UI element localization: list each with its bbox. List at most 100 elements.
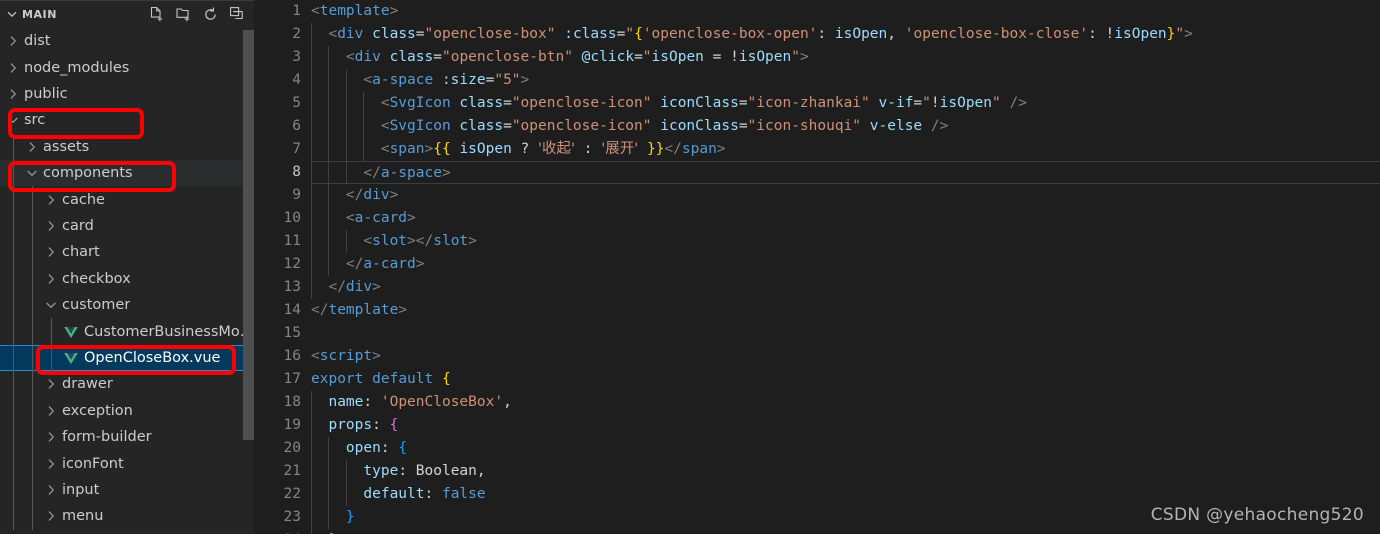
editor-indent-guide	[311, 23, 312, 299]
code-token: div	[337, 26, 364, 42]
code-line[interactable]: 2 <div class="openclose-box" :class="{'o…	[255, 23, 1380, 46]
new-folder-icon[interactable]	[174, 5, 192, 23]
code-line[interactable]: 4 <a-space :size="5">	[255, 69, 1380, 92]
new-file-icon[interactable]	[147, 5, 165, 23]
code-line[interactable]: 16 <script>	[255, 345, 1380, 368]
chevron-down-icon[interactable]	[5, 112, 21, 128]
code-line[interactable]: 9 </div>	[255, 184, 1380, 207]
code-line-content: </a-space>	[311, 161, 1380, 184]
code-token: class	[372, 26, 416, 42]
code-line-content: props: {	[311, 414, 1380, 437]
file-tree-folder-cache[interactable]: cache	[0, 186, 255, 212]
explorer-section-header[interactable]: MAIN	[0, 0, 255, 28]
sidebar-scrollbar[interactable]	[241, 0, 255, 534]
file-tree-folder-form-builder[interactable]: form-builder	[0, 424, 255, 450]
chevron-right-icon[interactable]	[43, 429, 59, 445]
chevron-right-icon[interactable]	[43, 271, 59, 287]
code-token: :size	[441, 72, 486, 88]
chevron-right-icon[interactable]	[5, 60, 21, 76]
code-token: !	[930, 95, 940, 111]
file-tree-folder-src[interactable]: src	[0, 107, 255, 133]
code-token: {	[441, 371, 451, 387]
code-line[interactable]: 17 export default {	[255, 368, 1380, 391]
code-line[interactable]: 7 <span>{{ isOpen ? '收起' : '展开' }}</span…	[255, 138, 1380, 161]
file-tree-folder-chart[interactable]: chart	[0, 239, 255, 265]
code-token: =	[738, 118, 748, 134]
chevron-right-icon[interactable]	[24, 139, 40, 155]
file-tree-folder-drawer[interactable]: drawer	[0, 371, 255, 397]
code-line[interactable]: 20 open: {	[255, 437, 1380, 460]
code-token: isOpen	[738, 49, 792, 65]
code-tokens: </a-space>	[311, 162, 451, 185]
code-line[interactable]: 1 <template>	[255, 0, 1380, 23]
code-line[interactable]: 6 <SvgIcon class="openclose-icon" iconCl…	[255, 115, 1380, 138]
chevron-right-icon[interactable]	[43, 376, 59, 392]
code-token: iconClass	[660, 95, 739, 111]
line-number: 7	[292, 141, 301, 157]
code-line[interactable]: 5 <SvgIcon class="openclose-icon" iconCl…	[255, 92, 1380, 115]
code-token: "openclose-icon"	[511, 95, 652, 111]
file-tree-folder-customer[interactable]: customer	[0, 292, 255, 318]
code-token: =	[738, 95, 748, 111]
file-tree-folder-checkbox[interactable]: checkbox	[0, 266, 255, 292]
file-tree-folder-components[interactable]: components	[0, 160, 255, 187]
file-tree-folder-dist[interactable]: dist	[0, 28, 255, 54]
refresh-icon[interactable]	[201, 5, 219, 23]
code-line-content: <div class="openclose-box" :class="{'ope…	[311, 23, 1380, 46]
code-token: "openclose-box"	[424, 26, 556, 42]
chevron-right-icon[interactable]	[5, 86, 21, 102]
code-line[interactable]: 11 <slot></slot>	[255, 230, 1380, 253]
file-tree-folder-node-modules[interactable]: node_modules	[0, 54, 255, 80]
sidebar-scrollbar-thumb[interactable]	[243, 30, 254, 440]
code-token: <	[311, 233, 373, 249]
chevron-right-icon[interactable]	[43, 456, 59, 472]
file-tree-folder-card[interactable]: card	[0, 213, 255, 239]
code-token: :	[398, 463, 416, 479]
code-line[interactable]: 8 </a-space>	[255, 161, 1380, 184]
chevron-right-icon[interactable]	[43, 192, 59, 208]
chevron-down-icon[interactable]	[43, 297, 59, 313]
code-token: :	[1088, 26, 1106, 42]
code-editor[interactable]: 1 <template> 2 <div class="openclose-box" …	[255, 0, 1380, 534]
file-tree-file-openclosebox-vue[interactable]: OpenCloseBox.vue	[0, 344, 255, 372]
file-tree-file-customerbusinessmodal-v[interactable]: CustomerBusinessModal.v...	[0, 318, 255, 344]
code-line[interactable]: 24 }	[255, 529, 1380, 534]
code-line[interactable]: 13 </div>	[255, 276, 1380, 299]
code-line[interactable]: 15	[255, 322, 1380, 345]
chevron-right-icon[interactable]	[43, 482, 59, 498]
code-line[interactable]: 21 type: Boolean,	[255, 460, 1380, 483]
code-token: >	[372, 348, 381, 364]
code-line[interactable]: 14 </template>	[255, 299, 1380, 322]
chevron-right-icon[interactable]	[5, 33, 21, 49]
line-number: 19	[283, 417, 301, 433]
code-line[interactable]: 3 <div class="openclose-btn" @click="isO…	[255, 46, 1380, 69]
code-line-content: type: Boolean,	[311, 460, 1380, 483]
chevron-right-icon[interactable]	[43, 403, 59, 419]
chevron-right-icon[interactable]	[43, 244, 59, 260]
code-tokens: <span>{{ isOpen ? '收起' : '展开' }}</span>	[311, 138, 726, 161]
file-tree-folder-public[interactable]: public	[0, 81, 255, 107]
file-tree-folder-exception[interactable]: exception	[0, 398, 255, 424]
file-tree-folder-iconfont[interactable]: iconFont	[0, 450, 255, 476]
chevron-down-icon[interactable]	[24, 165, 40, 181]
code-line-content: export default {	[311, 368, 1380, 391]
line-number: 11	[283, 233, 301, 249]
explorer-root-title: MAIN	[22, 7, 57, 21]
code-token: script	[319, 348, 373, 364]
code-token: >	[441, 165, 451, 181]
code-line[interactable]: 12 </a-card>	[255, 253, 1380, 276]
file-tree-folder-assets[interactable]: assets	[0, 134, 255, 160]
file-tree-item-label: assets	[43, 138, 90, 155]
file-tree-folder-menu[interactable]: menu	[0, 503, 255, 529]
code-line[interactable]: 19 props: {	[255, 414, 1380, 437]
file-tree-folder-input[interactable]: input	[0, 477, 255, 503]
code-line[interactable]: 18 name: 'OpenCloseBox',	[255, 391, 1380, 414]
file-tree-item-label: CustomerBusinessModal.v...	[84, 323, 255, 340]
chevron-right-icon[interactable]	[43, 218, 59, 234]
chevron-right-icon[interactable]	[43, 508, 59, 524]
chevron-down-icon[interactable]	[4, 6, 20, 22]
code-line[interactable]: 10 <a-card>	[255, 207, 1380, 230]
code-token: =	[913, 95, 923, 111]
code-line[interactable]: 22 default: false	[255, 483, 1380, 506]
